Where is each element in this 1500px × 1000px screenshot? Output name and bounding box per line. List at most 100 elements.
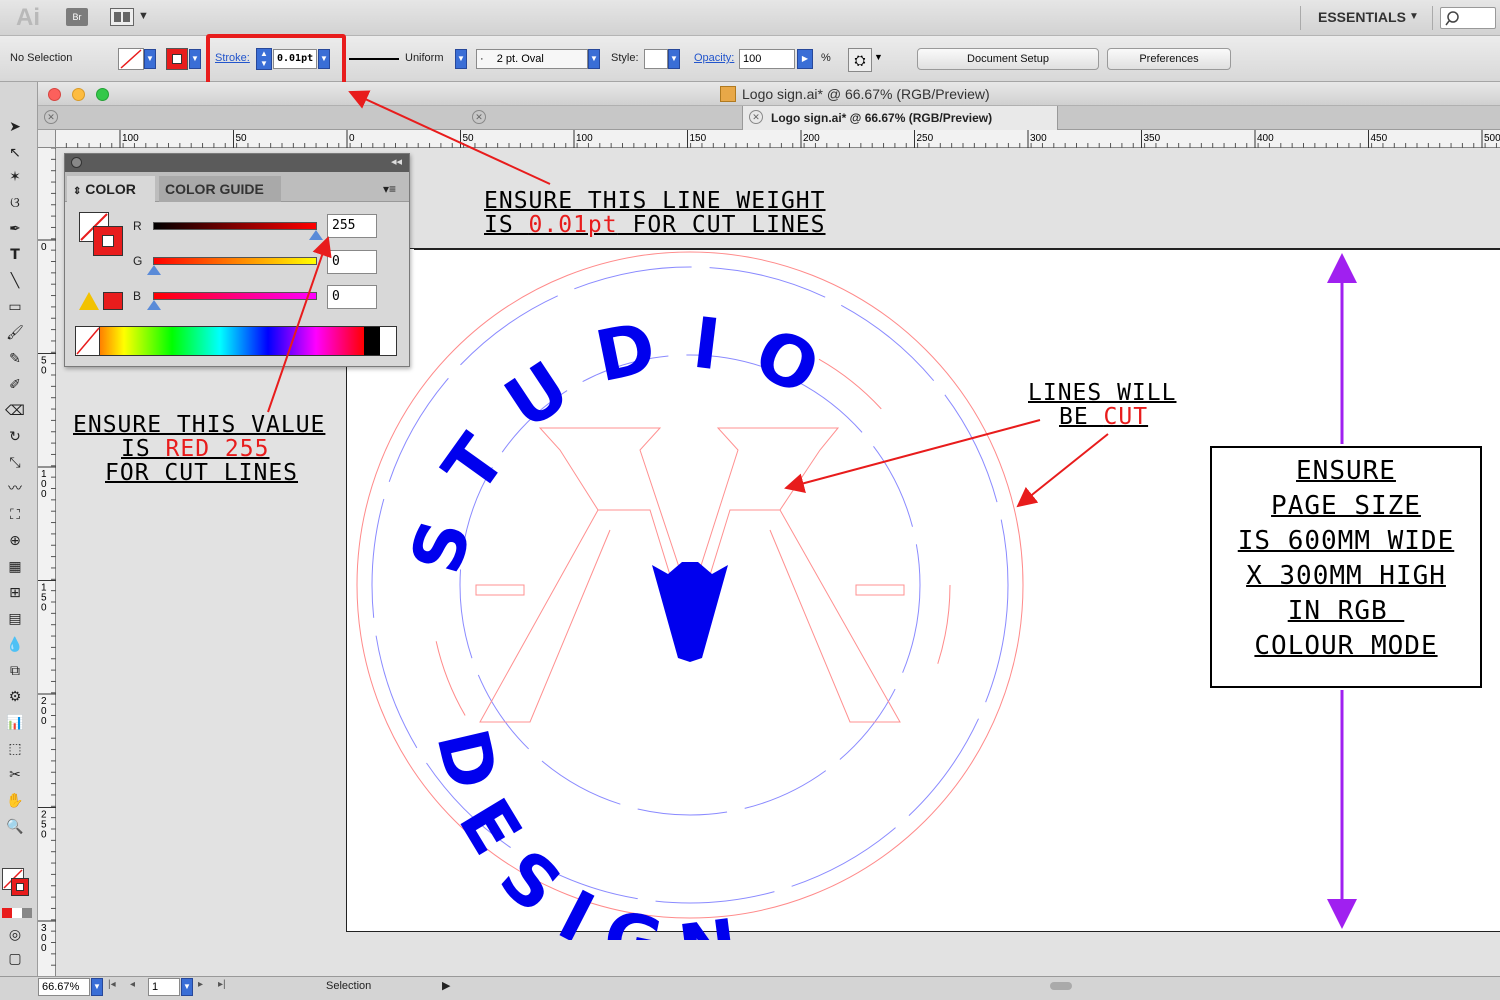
perspective-grid-tool-icon[interactable]: ▦ xyxy=(4,556,26,578)
gamut-swatch[interactable] xyxy=(103,292,123,310)
horizontal-ruler[interactable]: 100 50 0 50 100 150 200 250 300 350 400 450 500 xyxy=(55,130,1500,148)
close-panel-icon[interactable] xyxy=(71,157,82,168)
drawing-mode-icon[interactable]: ◎ xyxy=(4,924,26,946)
minimize-window-button[interactable] xyxy=(72,88,85,101)
selection-tool-icon[interactable]: ➤ xyxy=(4,116,26,138)
direct-selection-tool-icon[interactable]: ↖ xyxy=(4,142,26,164)
artboard-tool-icon[interactable]: ⬚ xyxy=(4,738,26,760)
stroke-swatch[interactable] xyxy=(93,226,123,256)
paintbrush-tool-icon[interactable]: 🖌 xyxy=(4,322,26,344)
lasso-tool-icon[interactable]: ଓ xyxy=(4,192,26,214)
ruler-ticks: 100 50 0 50 100 150 200 250 300 350 400 450 500 xyxy=(55,130,1500,148)
mesh-tool-icon[interactable]: ⊞ xyxy=(4,582,26,604)
arrange-documents-button[interactable] xyxy=(110,8,134,26)
pencil-tool-icon[interactable]: ✎ xyxy=(4,348,26,370)
zoom-window-button[interactable] xyxy=(96,88,109,101)
brush-dropdown[interactable]: ▼ xyxy=(588,49,600,69)
r-value-field[interactable]: 255 xyxy=(327,214,377,238)
ruler-origin[interactable] xyxy=(38,130,56,148)
ruler-label: 0 xyxy=(41,830,47,841)
close-tab-icon[interactable]: ✕ xyxy=(44,110,58,124)
bridge-button[interactable]: Br xyxy=(66,8,88,26)
warp-tool-icon[interactable]: 〰 xyxy=(4,478,26,500)
rotate-tool-icon[interactable]: ↻ xyxy=(4,426,26,448)
free-transform-tool-icon[interactable]: ⛶ xyxy=(4,504,26,526)
b-slider-thumb[interactable] xyxy=(147,300,161,310)
close-window-button[interactable] xyxy=(48,88,61,101)
chevron-down-icon[interactable]: ▼ xyxy=(138,10,149,22)
b-slider[interactable] xyxy=(153,292,317,300)
style-dropdown[interactable]: ▼ xyxy=(668,49,680,69)
rectangle-tool-icon[interactable]: ▭ xyxy=(4,296,26,318)
b-value-field[interactable]: 0 xyxy=(327,285,377,309)
stroke-color-dropdown[interactable]: ▼ xyxy=(189,49,201,69)
chevron-down-icon[interactable]: ▼ xyxy=(874,52,883,62)
first-artboard-button[interactable]: |◂ xyxy=(108,979,116,990)
fill-swatch[interactable] xyxy=(118,48,144,70)
artboard-number-field[interactable]: 1 xyxy=(148,978,180,996)
opacity-field[interactable]: 100 xyxy=(739,49,795,69)
r-slider-thumb[interactable] xyxy=(309,230,323,240)
stroke-profile-label[interactable]: Uniform xyxy=(405,52,444,64)
tab-color[interactable]: ⇕ COLOR xyxy=(67,176,155,202)
slice-tool-icon[interactable]: ✂ xyxy=(4,764,26,786)
workspace-switcher[interactable]: ESSENTIALS xyxy=(1318,9,1406,25)
panel-header[interactable]: ◂◂ xyxy=(65,154,409,172)
color-mode-buttons[interactable] xyxy=(2,908,32,918)
screen-mode-icon[interactable]: ▢ xyxy=(4,948,26,970)
close-tab-icon[interactable]: ✕ xyxy=(472,110,486,124)
horizontal-scrollbar-thumb[interactable] xyxy=(1050,982,1072,990)
opacity-label[interactable]: Opacity: xyxy=(694,52,734,64)
graph-tool-icon[interactable]: 📊 xyxy=(4,712,26,734)
color-spectrum[interactable] xyxy=(75,326,397,356)
logo-artwork[interactable]: STUDIO DESIGN xyxy=(340,240,1060,940)
blend-tool-icon[interactable]: ⧉ xyxy=(4,660,26,682)
g-slider[interactable] xyxy=(153,257,317,265)
chevron-down-icon[interactable]: ▼ xyxy=(1409,11,1419,22)
recolor-artwork-icon[interactable]: ⛭ xyxy=(848,48,872,72)
search-input[interactable] xyxy=(1440,7,1496,29)
scale-tool-icon[interactable]: ⤡ xyxy=(4,452,26,474)
last-artboard-button[interactable]: ▸| xyxy=(218,979,226,990)
pen-tool-icon[interactable]: ✒ xyxy=(4,218,26,240)
style-swatch[interactable] xyxy=(644,49,668,69)
line-tool-icon[interactable]: ╲ xyxy=(4,270,26,292)
next-artboard-button[interactable]: ▸ xyxy=(198,979,203,990)
out-of-gamut-warning-icon[interactable] xyxy=(79,292,99,310)
symbol-sprayer-tool-icon[interactable]: ⚙ xyxy=(4,686,26,708)
magic-wand-tool-icon[interactable]: ✶ xyxy=(4,166,26,188)
blob-brush-tool-icon[interactable]: ✐ xyxy=(4,374,26,396)
gradient-tool-icon[interactable]: ▤ xyxy=(4,608,26,630)
shape-builder-tool-icon[interactable]: ⊕ xyxy=(4,530,26,552)
fill-dropdown[interactable]: ▼ xyxy=(144,49,156,69)
hand-tool-icon[interactable]: ✋ xyxy=(4,790,26,812)
stroke-swatch[interactable] xyxy=(166,48,188,70)
stroke-color-swatch[interactable] xyxy=(11,878,29,896)
profile-dropdown[interactable]: ▼ xyxy=(455,49,467,69)
type-tool-icon[interactable]: T xyxy=(4,244,26,266)
tab-color-guide[interactable]: COLOR GUIDE xyxy=(159,176,281,202)
close-tab-icon[interactable]: ✕ xyxy=(749,110,763,124)
eyedropper-tool-icon[interactable]: 💧 xyxy=(4,634,26,656)
panel-menu-icon[interactable]: ▾≡ xyxy=(383,182,396,196)
brush-field[interactable]: · 2 pt. Oval xyxy=(476,49,588,69)
page-note-line: ENSURE xyxy=(1296,456,1396,486)
eraser-tool-icon[interactable]: ⌫ xyxy=(4,400,26,422)
zoom-tool-icon[interactable]: 🔍 xyxy=(4,816,26,838)
g-slider-thumb[interactable] xyxy=(147,265,161,275)
collapse-panel-icon[interactable]: ◂◂ xyxy=(391,155,402,168)
opacity-slider-button[interactable]: ▶ xyxy=(797,49,813,69)
page-note-line: PAGE SIZE xyxy=(1271,491,1421,521)
vertical-ruler[interactable]: 050100150200250300 xyxy=(38,148,56,978)
r-slider[interactable] xyxy=(153,222,317,230)
app-logo: Ai xyxy=(16,4,40,31)
g-value-field[interactable]: 0 xyxy=(327,250,377,274)
zoom-field[interactable]: 66.67% xyxy=(38,978,90,996)
zoom-dropdown[interactable]: ▼ xyxy=(91,978,103,996)
preferences-button[interactable]: Preferences xyxy=(1107,48,1231,70)
prev-artboard-button[interactable]: ◂ xyxy=(130,979,135,990)
artboard-dropdown[interactable]: ▼ xyxy=(181,978,193,996)
status-menu-button[interactable]: ▶ xyxy=(442,979,450,992)
document-setup-button[interactable]: Document Setup xyxy=(917,48,1099,70)
tab-logo-sign[interactable]: ✕ Logo sign.ai* @ 66.67% (RGB/Preview) xyxy=(742,106,1058,130)
